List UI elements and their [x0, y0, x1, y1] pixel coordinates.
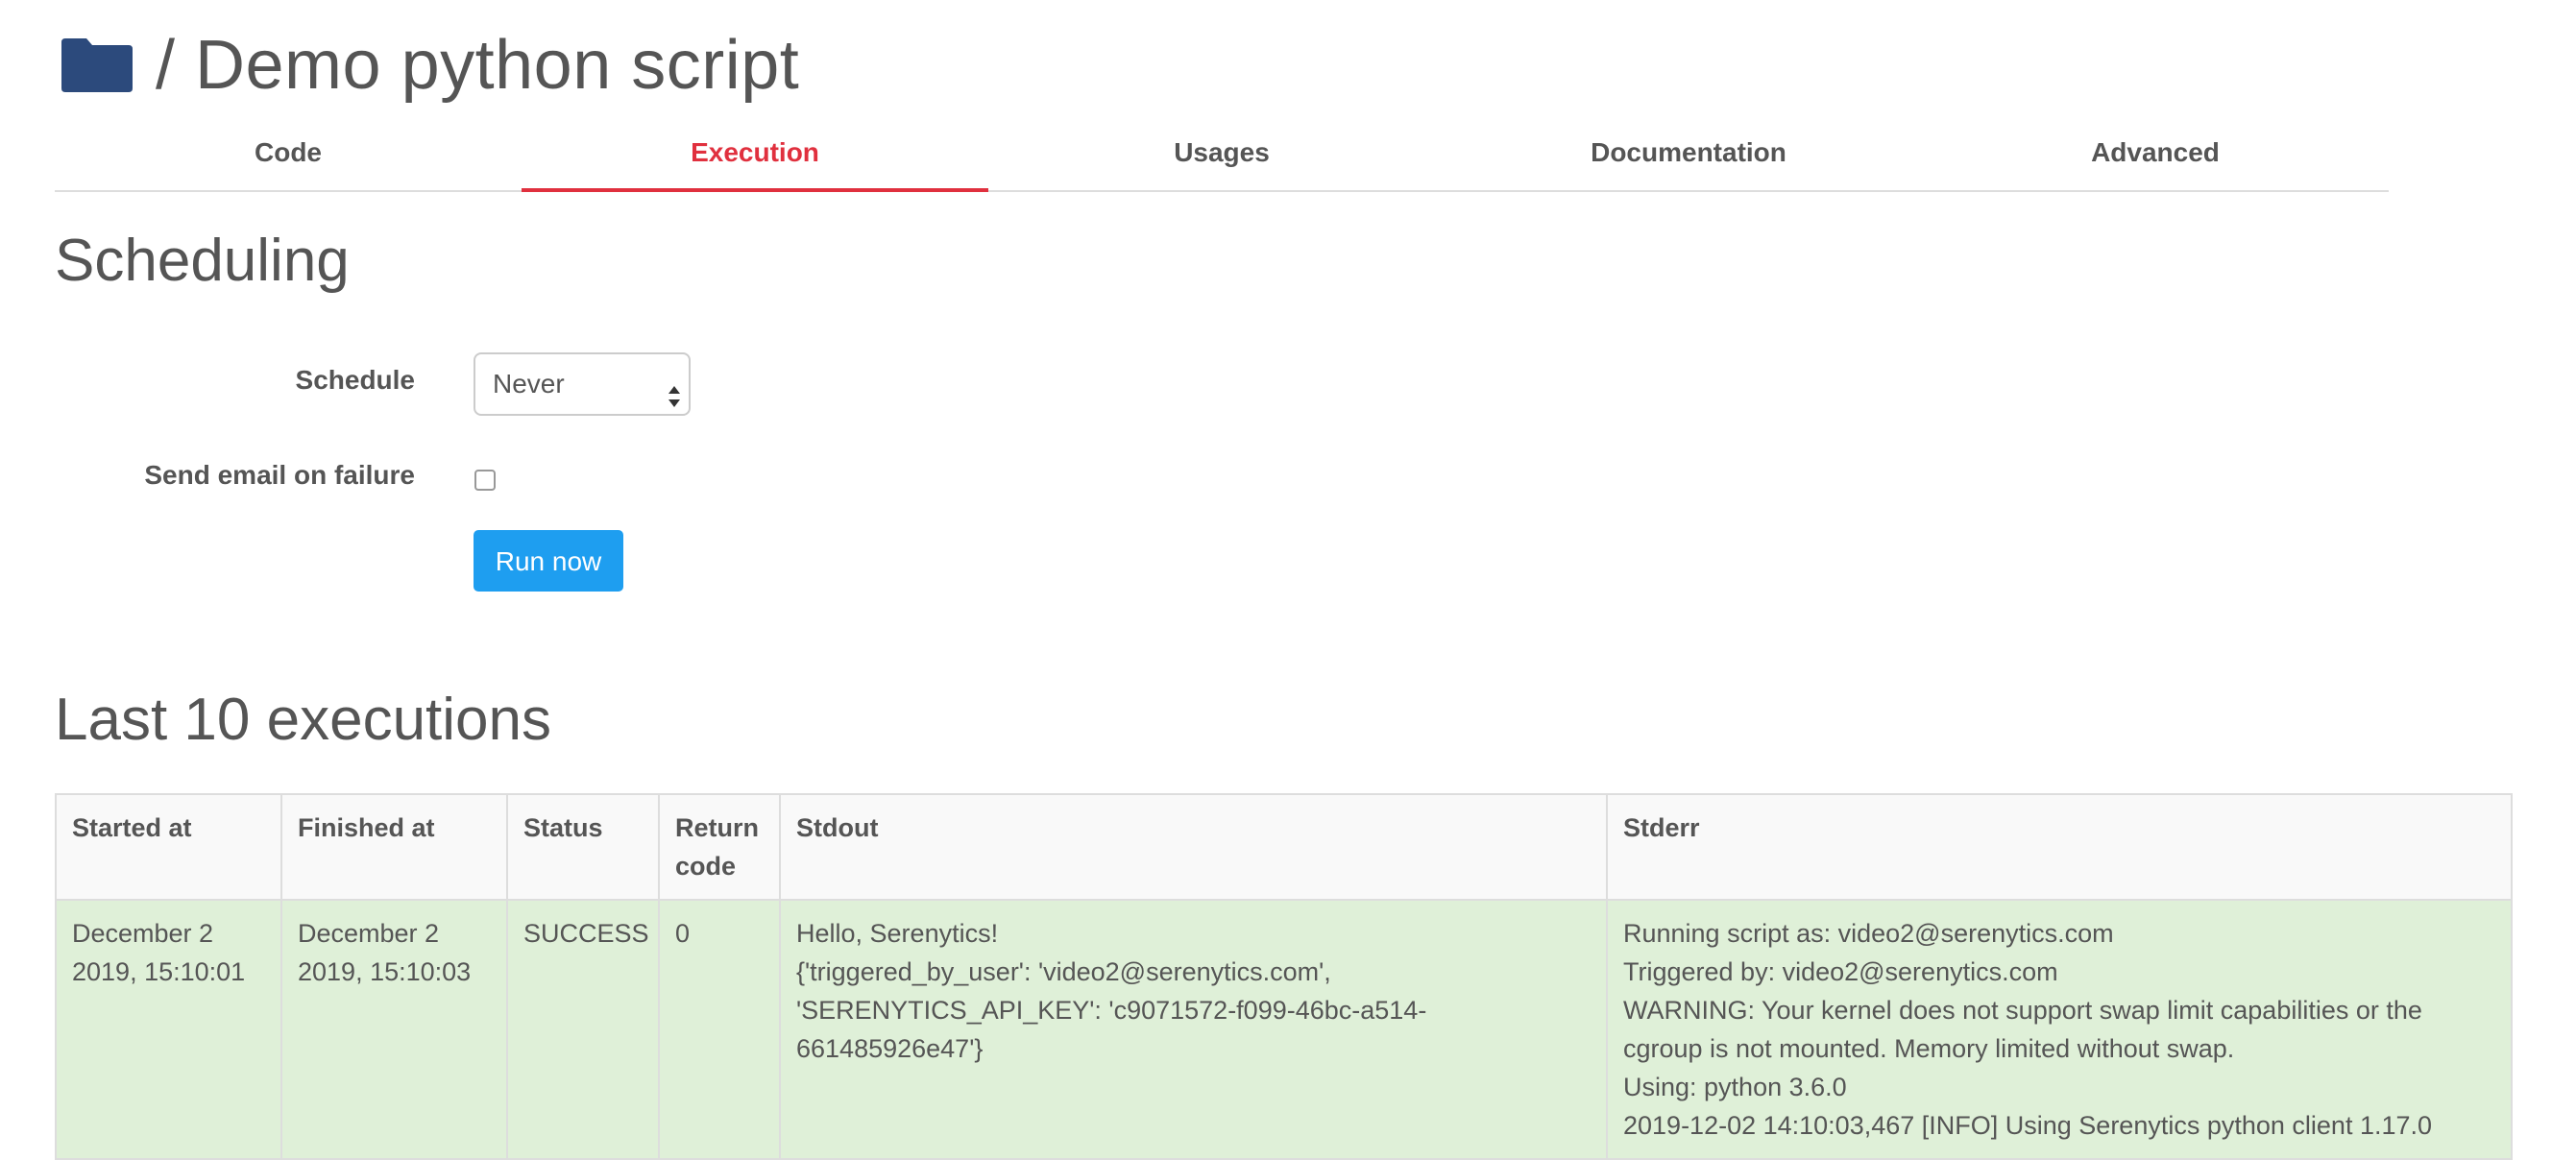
- cell-status: SUCCESS: [506, 899, 660, 1160]
- tab-documentation[interactable]: Documentation: [1455, 125, 1922, 190]
- cell-line: cgroup is not mounted. Memory limited wi…: [1623, 1034, 2235, 1063]
- col-stdout: Stdout: [779, 793, 1608, 901]
- tab-code[interactable]: Code: [55, 125, 522, 190]
- cell-line: Triggered by: video2@serenytics.com: [1623, 957, 2058, 986]
- table-row: December 2 2019, 15:10:01 December 2 201…: [55, 899, 2513, 1160]
- cell-line: 2019-12-02 14:10:03,467 [INFO] Using Ser…: [1623, 1111, 2433, 1140]
- table-header-row: Started at Finished at Status Return cod…: [55, 793, 2513, 901]
- folder-icon[interactable]: [60, 36, 134, 94]
- cell-finished-at: December 2 2019, 15:10:03: [280, 899, 508, 1160]
- tab-usages[interactable]: Usages: [988, 125, 1455, 190]
- schedule-select-value: Never: [493, 369, 565, 399]
- col-stderr: Stderr: [1606, 793, 2513, 901]
- page-title: / Demo python script: [156, 27, 800, 104]
- tab-advanced[interactable]: Advanced: [1922, 125, 2389, 190]
- cell-return-code: 0: [658, 899, 781, 1160]
- title-bar: / Demo python script: [60, 17, 799, 113]
- cell-line: Hello, Serenytics!: [796, 919, 999, 948]
- tab-execution[interactable]: Execution: [522, 125, 988, 192]
- send-email-checkbox[interactable]: [474, 470, 496, 491]
- select-arrows-icon: [668, 372, 681, 407]
- cell-line: 'SERENYTICS_API_KEY': 'c9071572-f099-46b…: [796, 996, 1427, 1025]
- executions-heading: Last 10 executions: [55, 687, 552, 753]
- col-return-code: Return code: [658, 793, 781, 901]
- cell-line: Using: python 3.6.0: [1623, 1073, 1847, 1101]
- run-now-button[interactable]: Run now: [474, 530, 623, 592]
- page: / Demo python script Code Execution Usag…: [0, 0, 2576, 1160]
- executions-table: Started at Finished at Status Return cod…: [55, 793, 2513, 1160]
- col-started-at: Started at: [55, 793, 282, 901]
- scheduling-heading: Scheduling: [55, 228, 350, 294]
- cell-stderr: Running script as: video2@serenytics.com…: [1606, 899, 2513, 1160]
- cell-line: 661485926e47'}: [796, 1034, 984, 1063]
- send-email-label: Send email on failure: [144, 460, 415, 490]
- cell-line: 2019, 15:10:03: [298, 957, 472, 986]
- cell-line: {'triggered_by_user': 'video2@serenytics…: [796, 957, 1331, 986]
- cell-stdout: Hello, Serenytics! {'triggered_by_user':…: [779, 899, 1608, 1160]
- cell-line: WARNING: Your kernel does not support sw…: [1623, 996, 2422, 1025]
- cell-line: December 2: [298, 919, 440, 948]
- schedule-label: Schedule: [295, 365, 415, 395]
- cell-line: 2019, 15:10:01: [72, 957, 246, 986]
- col-status: Status: [506, 793, 660, 901]
- cell-line: Running script as: video2@serenytics.com: [1623, 919, 2114, 948]
- schedule-select[interactable]: Never: [474, 352, 691, 416]
- col-finished-at: Finished at: [280, 793, 508, 901]
- cell-line: December 2: [72, 919, 214, 948]
- tab-bar: Code Execution Usages Documentation Adva…: [55, 125, 2389, 192]
- cell-started-at: December 2 2019, 15:10:01: [55, 899, 282, 1160]
